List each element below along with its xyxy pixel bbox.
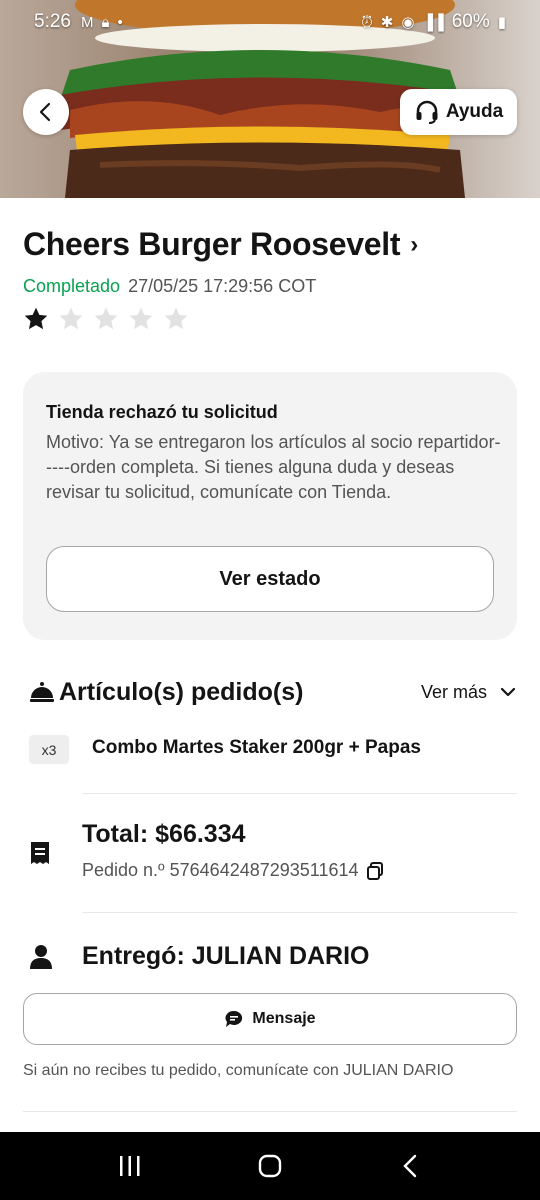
gmail-icon: M xyxy=(80,13,94,31)
contact-hint: Si aún no recibes tu pedido, comunícate … xyxy=(23,1062,454,1079)
cloche-icon xyxy=(30,682,54,702)
receipt-icon xyxy=(31,842,49,864)
system-icons: ⏰︎ ✱ ◉ ▐▐ 60% ▮ xyxy=(361,11,506,33)
lock-icon: 🔒︎ xyxy=(101,13,110,31)
system-nav-bar xyxy=(0,1132,540,1200)
chat-bubble-icon xyxy=(225,1010,243,1027)
order-total: Total: $66.334 xyxy=(82,820,246,848)
order-number: Pedido n.º 5764642487293511614 xyxy=(82,860,359,880)
home-button[interactable] xyxy=(250,1146,290,1186)
battery-level: 60% xyxy=(451,11,490,32)
headset-icon xyxy=(416,100,438,124)
divider xyxy=(82,793,517,794)
status-bar: 5:26 M 🔒︎ • ⏰︎ ✱ ◉ ▐▐ 60% ▮ xyxy=(0,0,540,44)
view-status-button[interactable]: Ver estado xyxy=(46,546,494,612)
order-status: Completado xyxy=(23,276,121,296)
status-time: 5:26 xyxy=(34,11,71,32)
notice-title: Tienda rechazó tu solicitud xyxy=(46,402,278,422)
see-more-button[interactable]: Ver más xyxy=(421,682,517,703)
back-button[interactable] xyxy=(23,89,69,135)
rejection-notice-card: Tienda rechazó tu solicitud Motivo: Ya s… xyxy=(23,372,517,640)
divider xyxy=(23,1111,517,1112)
store-name: Cheers Burger Roosevelt xyxy=(23,226,401,262)
back-icon xyxy=(403,1154,417,1178)
delivered-by: Entregó: JULIAN DARIO xyxy=(82,942,370,970)
alarm-icon: ⏰︎ xyxy=(361,13,373,31)
order-datetime: 27/05/25 17:29:56 COT xyxy=(128,276,317,296)
order-status-line: Completado 27/05/25 17:29:56 COT xyxy=(23,276,316,297)
item-quantity-badge: x3 xyxy=(29,735,69,764)
message-label: Mensaje xyxy=(252,1010,316,1027)
battery-icon: ▮ xyxy=(497,14,506,31)
star-empty-icon[interactable] xyxy=(163,306,189,332)
chevron-right-icon: › xyxy=(410,230,418,258)
chevron-down-icon xyxy=(500,687,516,697)
recent-apps-button[interactable] xyxy=(110,1146,150,1186)
dot-icon: • xyxy=(117,13,123,31)
see-more-label: Ver más xyxy=(420,681,487,702)
order-number-row: Pedido n.º 5764642487293511614 xyxy=(82,860,385,881)
notice-body: Motivo: Ya se entregaron los artículos a… xyxy=(46,432,501,502)
location-icon: ◉ xyxy=(401,14,415,31)
chevron-left-icon xyxy=(39,102,51,122)
store-name-link[interactable]: Cheers Burger Roosevelt › xyxy=(23,226,418,263)
notification-icons: M 🔒︎ • xyxy=(81,14,123,31)
star-empty-icon[interactable] xyxy=(93,306,119,332)
help-label: Ayuda xyxy=(445,101,504,122)
divider xyxy=(82,912,517,913)
delivery-section: Entregó: JULIAN DARIO xyxy=(23,940,517,976)
home-icon xyxy=(258,1154,282,1178)
star-empty-icon[interactable] xyxy=(128,306,154,332)
star-filled-icon[interactable] xyxy=(23,306,49,332)
copy-icon[interactable] xyxy=(365,861,385,881)
rating-stars[interactable] xyxy=(23,306,189,332)
recent-apps-icon xyxy=(120,1156,140,1176)
items-title: Artículo(s) pedido(s) xyxy=(59,677,304,706)
star-empty-icon[interactable] xyxy=(58,306,84,332)
signal-icon: ▐▐ xyxy=(422,13,444,31)
message-button[interactable]: Mensaje xyxy=(23,993,517,1045)
bluetooth-icon: ✱ xyxy=(380,14,394,31)
help-button[interactable]: Ayuda xyxy=(400,89,517,135)
back-nav-button[interactable] xyxy=(390,1146,430,1186)
item-name: Combo Martes Staker 200gr + Papas xyxy=(92,737,421,758)
person-icon xyxy=(30,945,52,969)
items-section-header: Artículo(s) pedido(s) Ver más xyxy=(23,670,517,714)
